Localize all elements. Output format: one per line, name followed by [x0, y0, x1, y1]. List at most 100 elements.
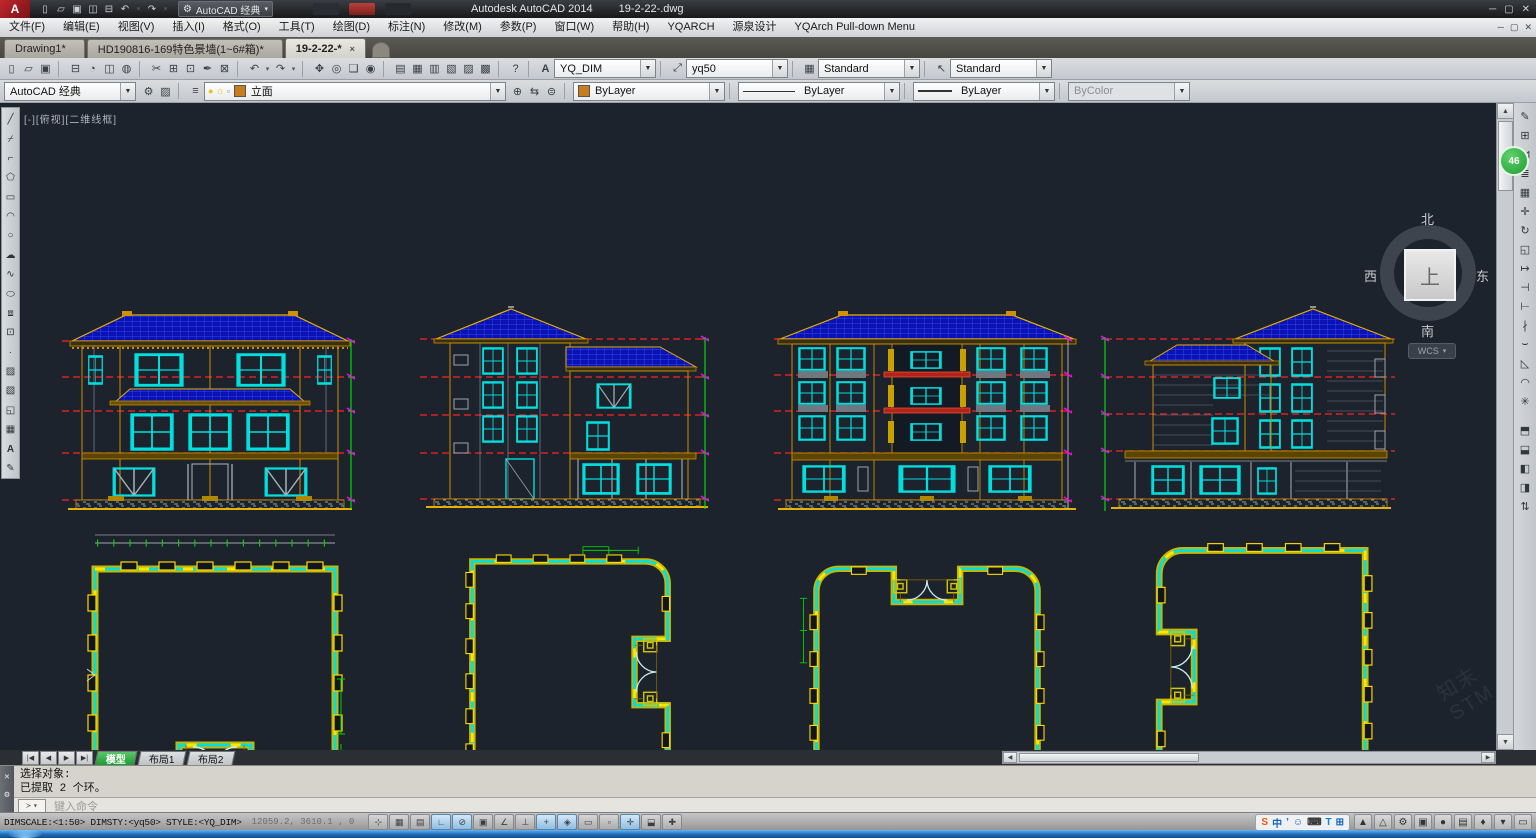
first-layout-button[interactable]: |◀: [22, 751, 39, 765]
sogou-logo-icon[interactable]: S: [1261, 817, 1268, 828]
mtext-icon[interactable]: A: [3, 439, 19, 458]
otrack-toggle[interactable]: ⊥: [515, 814, 535, 830]
ime-emoji-icon[interactable]: ☺: [1293, 817, 1303, 828]
command-history[interactable]: 选择对象: 已提取 2 个环。: [14, 766, 1536, 797]
dim-style-combo[interactable]: yq50▼: [686, 59, 788, 78]
table-style-combo[interactable]: Standard▼: [818, 59, 920, 78]
quickcalc-icon[interactable]: ▩: [477, 60, 494, 77]
menu-item[interactable]: 插入(I): [163, 18, 213, 37]
viewcube[interactable]: 北 南 西 东 上: [1372, 211, 1484, 339]
layer-states-icon[interactable]: ⊜: [543, 83, 560, 100]
scroll-down-icon[interactable]: ▼: [1497, 734, 1514, 750]
file-tab[interactable]: 19-2-22-*×: [285, 38, 366, 58]
send-under-icon[interactable]: ◨: [1516, 478, 1534, 497]
break-icon[interactable]: ∤: [1516, 316, 1534, 335]
region-icon[interactable]: ◱: [3, 401, 19, 420]
clean-screen-icon[interactable]: ▭: [1514, 814, 1532, 830]
spline-icon[interactable]: ∿: [3, 265, 19, 284]
linetype-combo[interactable]: ByLayer ▼: [738, 82, 900, 101]
workspace-combo-2[interactable]: AutoCAD 经典▼: [4, 82, 136, 101]
zoom-realtime-icon[interactable]: ◎: [328, 60, 345, 77]
menu-item[interactable]: 编辑(E): [54, 18, 109, 37]
color-combo[interactable]: ByLayer ▼: [573, 82, 725, 101]
layout-tab[interactable]: 布局2: [186, 751, 235, 765]
save-icon[interactable]: ▣: [37, 60, 54, 77]
polar-toggle[interactable]: ⊘: [452, 814, 472, 830]
command-close-icon[interactable]: ✕: [4, 772, 9, 782]
make-object-layer-current-icon[interactable]: ⊕: [509, 83, 526, 100]
menu-item[interactable]: 帮助(H): [603, 18, 658, 37]
hatch-icon[interactable]: ▨: [3, 362, 19, 381]
erase-icon[interactable]: ✎: [1516, 107, 1534, 126]
insert-block-icon[interactable]: ⧈: [3, 304, 19, 323]
isolate-objects-icon[interactable]: ▤: [1454, 814, 1472, 830]
autocad-logo-icon[interactable]: A: [0, 0, 30, 18]
bring-to-front-icon[interactable]: ⬒: [1516, 421, 1534, 440]
layer-previous-icon[interactable]: ⇆: [526, 83, 543, 100]
ime-keyboard-icon[interactable]: ⌨: [1307, 817, 1321, 828]
lineweight-combo[interactable]: ByLayer ▼: [913, 82, 1055, 101]
sheetset-manager-icon[interactable]: ▧: [443, 60, 460, 77]
viewcube-east-label[interactable]: 东: [1476, 266, 1489, 285]
tool-palettes-icon[interactable]: ▥: [426, 60, 443, 77]
undo-icon[interactable]: ↶: [246, 60, 263, 77]
addselected-icon[interactable]: ✎: [3, 459, 19, 478]
osnap-toggle[interactable]: ▣: [473, 814, 493, 830]
scroll-up-icon[interactable]: ▲: [1497, 103, 1514, 119]
canvas-vertical-scrollbar[interactable]: ▲ ▼: [1496, 103, 1514, 750]
redo-icon[interactable]: ↷: [145, 1, 159, 18]
gradient-icon[interactable]: ▧: [3, 381, 19, 400]
quickproperties-toggle[interactable]: ✛: [620, 814, 640, 830]
tpy-toggle[interactable]: ▫: [599, 814, 619, 830]
minimize-button[interactable]: ─: [1489, 4, 1496, 15]
construction-line-icon[interactable]: ⌿: [3, 129, 19, 148]
model-space-icon[interactable]: ▲: [1354, 814, 1372, 830]
copy-icon[interactable]: ⊞: [165, 60, 182, 77]
prev-layout-button[interactable]: ◀: [40, 751, 57, 765]
ime-toolbox-icon[interactable]: ⊞: [1336, 817, 1344, 828]
cut-icon[interactable]: ✂: [148, 60, 165, 77]
selectioncycling-toggle[interactable]: ⬓: [641, 814, 661, 830]
block-editor-icon[interactable]: ⊠: [216, 60, 233, 77]
scale-icon[interactable]: ◱: [1516, 240, 1534, 259]
join-icon[interactable]: ⌣: [1516, 335, 1534, 354]
publish-icon[interactable]: ◫: [101, 60, 118, 77]
command-window-grip[interactable]: ✕ ⚙: [0, 766, 14, 813]
help-icon[interactable]: ?: [507, 60, 524, 77]
green-notification-badge[interactable]: 46: [1499, 146, 1529, 176]
command-prompt-icon[interactable]: ≻▾: [18, 799, 46, 813]
last-layout-button[interactable]: ▶|: [76, 751, 93, 765]
grid-toggle[interactable]: ▤: [410, 814, 430, 830]
doc-restore-button[interactable]: ▢: [1510, 22, 1519, 33]
drawing-canvas[interactable]: [-][俯视][二维线框] ╱ ⌿ ⌐ ⬠ ▭ ◠ ○ ☁ ∿ ⬭ ⧈ ⊡ · …: [0, 103, 1496, 750]
trim-icon[interactable]: ⊣: [1516, 278, 1534, 297]
layout-tab[interactable]: 布局1: [138, 751, 187, 765]
bring-above-icon[interactable]: ◧: [1516, 459, 1534, 478]
qnew-icon[interactable]: ▯: [38, 1, 52, 18]
undo-icon[interactable]: ↶: [118, 1, 132, 18]
layer-combo[interactable]: ● ☼ ▫ 立面 ▼: [204, 82, 506, 101]
workspace-switch-icon[interactable]: ⚙: [1394, 814, 1412, 830]
menu-item[interactable]: 绘图(D): [324, 18, 379, 37]
chamfer-icon[interactable]: ◺: [1516, 354, 1534, 373]
ime-chinese-icon[interactable]: 中: [1272, 815, 1282, 830]
text-style-icon[interactable]: A: [537, 60, 554, 77]
snap-toggle[interactable]: ▦: [389, 814, 409, 830]
workspace-save-icon[interactable]: ▨: [157, 83, 174, 100]
menu-item[interactable]: 修改(M): [434, 18, 491, 37]
stretch-icon[interactable]: ↦: [1516, 259, 1534, 278]
file-tab[interactable]: HD190816-169特色景墙(1~6#箱)*: [87, 39, 283, 58]
table-style-icon[interactable]: ▦: [801, 60, 818, 77]
windows-taskbar-edge[interactable]: [0, 830, 1536, 838]
plot-icon[interactable]: ⊟: [102, 1, 116, 18]
line-icon[interactable]: ╱: [3, 110, 19, 129]
command-customize-icon[interactable]: ⚙: [4, 790, 9, 800]
doc-close-button[interactable]: ✕: [1524, 22, 1532, 33]
mleader-style-combo[interactable]: Standard▼: [950, 59, 1052, 78]
rectangle-icon[interactable]: ▭: [3, 188, 19, 207]
explode-icon[interactable]: ✳: [1516, 392, 1534, 411]
workspace-settings-icon[interactable]: ⚙: [140, 83, 157, 100]
new-icon[interactable]: ▯: [3, 60, 20, 77]
send-to-back-icon[interactable]: ⬓: [1516, 440, 1534, 459]
redo-icon[interactable]: ↷: [272, 60, 289, 77]
